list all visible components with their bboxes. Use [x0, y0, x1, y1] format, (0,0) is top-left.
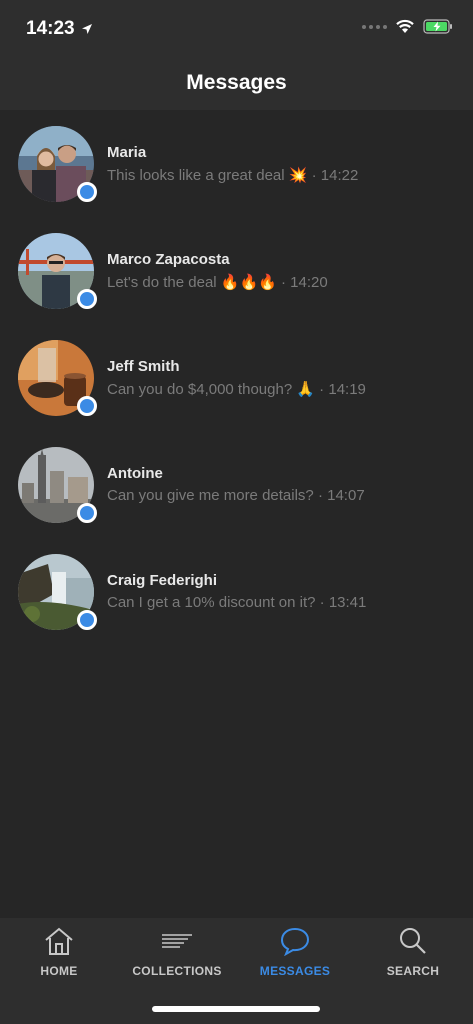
- search-icon: [400, 928, 426, 954]
- message-preview: Can you do $4,000 though? 🙏 · 14:19: [107, 381, 366, 398]
- home-icon: [45, 927, 73, 955]
- conversation-row[interactable]: Jeff Smith Can you do $4,000 though? 🙏 ·…: [0, 324, 473, 431]
- message-time: 14:07: [327, 487, 365, 504]
- online-status-dot: [77, 610, 97, 630]
- message-preview: Let's do the deal 🔥🔥🔥 · 14:20: [107, 274, 328, 291]
- message-text: Can you do $4,000 though? 🙏: [107, 381, 316, 398]
- conversation-row[interactable]: Maria This looks like a great deal 💥 · 1…: [0, 110, 473, 217]
- status-time: 14:23: [26, 18, 93, 40]
- tab-collections[interactable]: COLLECTIONS: [118, 918, 236, 998]
- tab-label: SEARCH: [386, 964, 440, 978]
- message-text: This looks like a great deal 💥: [107, 167, 308, 184]
- battery-charging-icon: [423, 19, 452, 34]
- message-time: 14:22: [320, 167, 359, 184]
- tab-search[interactable]: SEARCH: [354, 918, 472, 998]
- message-text: Can I get a 10% discount on it?: [107, 594, 316, 611]
- online-status-dot: [77, 396, 97, 416]
- conversation-row[interactable]: Antoine Can you give me more details? · …: [0, 431, 473, 538]
- conversation-row[interactable]: Marco Zapacosta Let's do the deal 🔥🔥🔥 · …: [0, 217, 473, 324]
- conversation-row[interactable]: Craig Federighi Can I get a 10% discount…: [0, 538, 473, 645]
- status-bar: 14:23: [0, 0, 473, 56]
- tab-label: MESSAGES: [259, 964, 331, 978]
- navigation-bar: Messages: [0, 56, 473, 110]
- contact-name: Jeff Smith: [107, 358, 180, 375]
- location-arrow-icon: [81, 24, 92, 34]
- contact-name: Marco Zapacosta: [107, 251, 230, 268]
- page-title: Messages: [186, 71, 287, 94]
- online-status-dot: [77, 503, 97, 523]
- status-indicators: [362, 19, 453, 34]
- message-preview: This looks like a great deal 💥 · 14:22: [107, 167, 359, 184]
- tab-home[interactable]: HOME: [0, 918, 118, 998]
- chat-bubble-icon: [280, 927, 310, 956]
- tab-messages[interactable]: MESSAGES: [236, 918, 354, 998]
- status-time-text: 14:23: [26, 18, 75, 39]
- tab-label: HOME: [40, 964, 78, 978]
- collections-icon: [162, 934, 192, 948]
- home-indicator[interactable]: [152, 1006, 320, 1012]
- message-text: Can you give me more details?: [107, 487, 314, 504]
- message-preview: Can you give me more details? · 14:07: [107, 487, 365, 504]
- message-time: 14:19: [328, 381, 366, 398]
- tab-label: COLLECTIONS: [132, 964, 222, 978]
- cellular-signal-icon: [362, 24, 387, 29]
- conversation-list: Maria This looks like a great deal 💥 · 1…: [0, 110, 473, 645]
- message-text: Let's do the deal 🔥🔥🔥: [107, 274, 277, 291]
- message-time: 14:20: [290, 274, 328, 291]
- message-preview: Can I get a 10% discount on it? · 13:41: [107, 594, 367, 611]
- wifi-icon: [396, 19, 414, 33]
- contact-name: Craig Federighi: [107, 572, 218, 589]
- contact-name: Antoine: [107, 465, 163, 482]
- message-time: 13:41: [328, 594, 367, 611]
- online-status-dot: [77, 289, 97, 309]
- online-status-dot: [77, 182, 97, 202]
- contact-name: Maria: [107, 144, 147, 161]
